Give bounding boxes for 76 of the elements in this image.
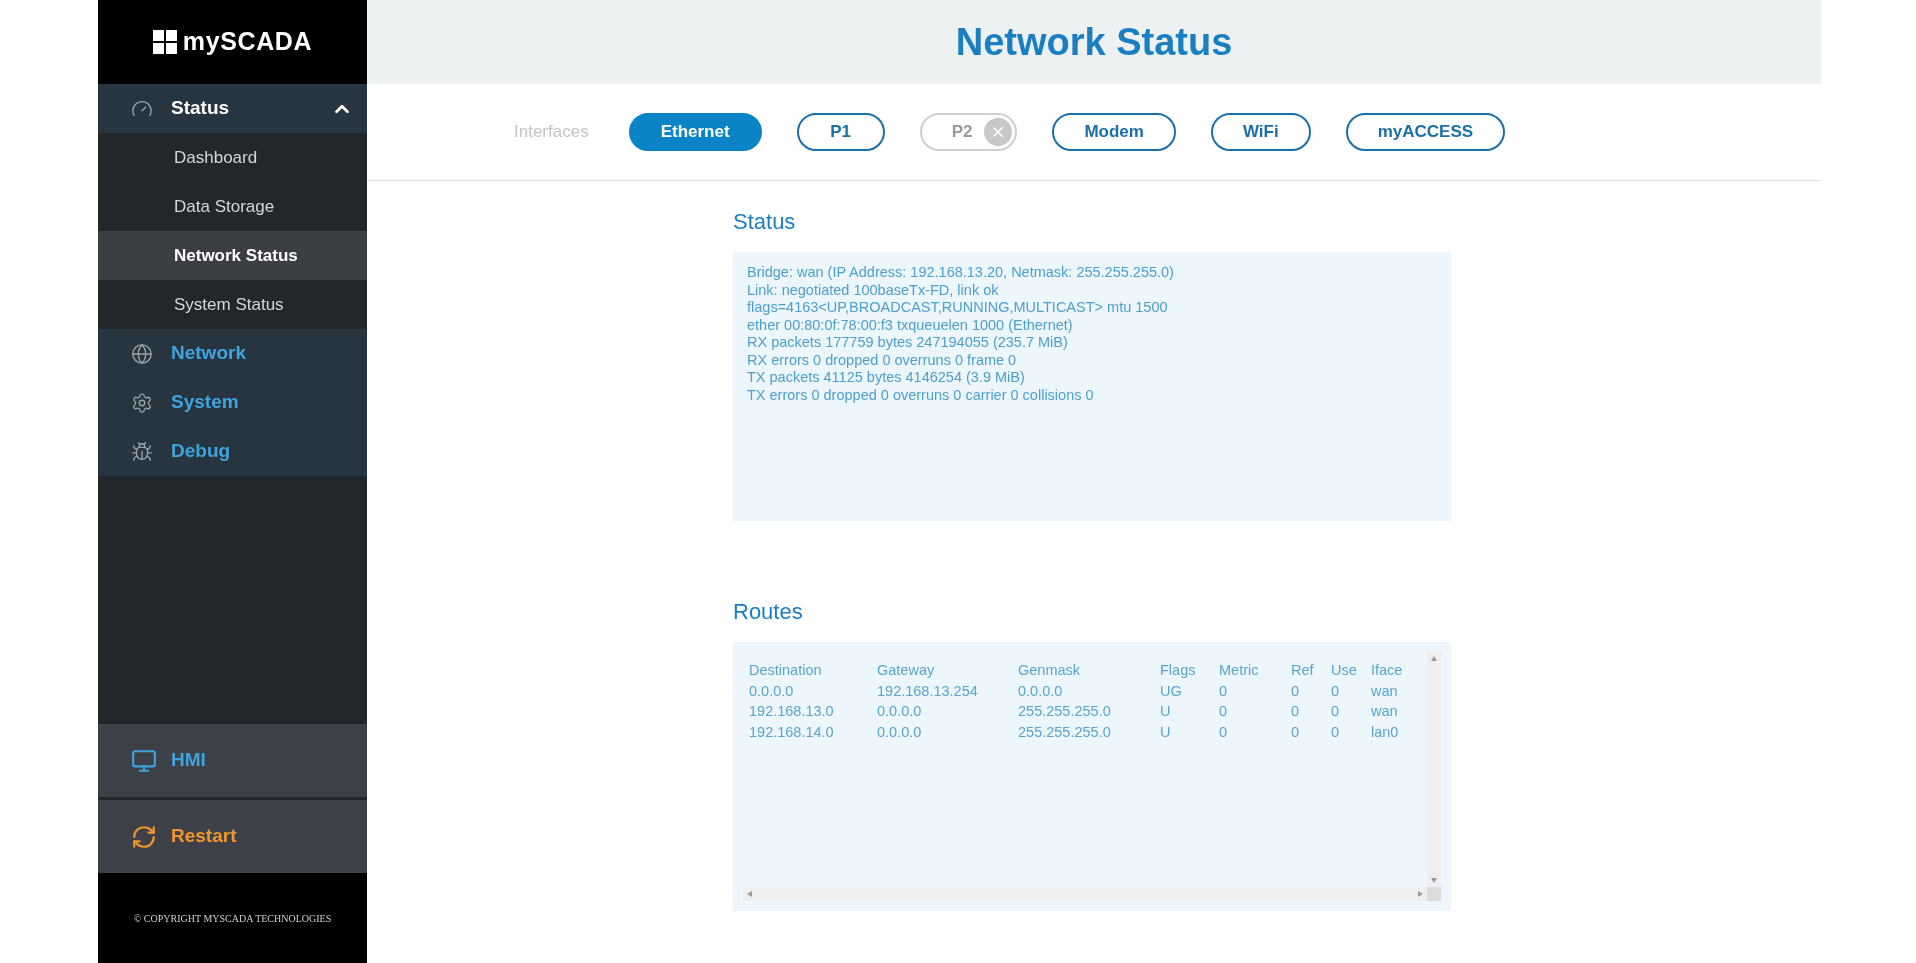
table-cell-text: 0 <box>1331 722 1341 742</box>
globe-icon <box>131 342 153 365</box>
scroll-right-icon <box>1418 891 1423 897</box>
column-header: Genmask <box>1018 661 1082 680</box>
column-header: Flags <box>1160 661 1197 680</box>
logo-text: mySCADA <box>182 26 313 58</box>
table-cell-text: 192.168.13.254 <box>877 681 979 701</box>
refresh-icon <box>131 823 157 850</box>
status-heading: Status <box>733 208 797 236</box>
monitor-icon <box>131 747 157 774</box>
interfaces-label: Interfaces <box>514 121 589 144</box>
table-cell-text: 0 <box>1219 702 1229 721</box>
table-cell-text: 255.255.255.0 <box>1018 702 1112 721</box>
copyright-text: © COPYRIGHT MYSCADA TECHNOLOGIES <box>133 911 332 926</box>
column-header: Gateway <box>877 661 936 680</box>
table-cell-text: wan <box>1371 681 1399 701</box>
status-line: TX packets 41125 bytes 4146254 (3.9 MiB) <box>747 369 1026 387</box>
column-header: Iface <box>1371 661 1404 680</box>
logo-squares-icon <box>152 30 177 54</box>
table-cell-text: 0.0.0.0 <box>877 722 923 742</box>
table-cell-text: U <box>1160 722 1172 742</box>
table-cell-text: wan <box>1371 702 1399 721</box>
restart-item[interactable]: Restart <box>98 800 367 873</box>
table-cell-text: 0.0.0.0 <box>749 681 795 701</box>
interface-tab[interactable]: myACCESS <box>1345 113 1506 151</box>
page-title: Network Status <box>955 19 1233 65</box>
table-cell-text: 0.0.0.0 <box>1018 681 1064 701</box>
hmi-label: HMI <box>171 748 206 773</box>
routes-heading: Routes <box>733 598 804 626</box>
restart-label: Restart <box>171 824 237 849</box>
column-header: Use <box>1331 661 1358 680</box>
table-cell-text: 192.168.13.0 <box>749 702 835 721</box>
sidebar-section[interactable]: Status <box>98 84 367 133</box>
interface-tab[interactable]: Ethernet <box>628 113 762 151</box>
status-line: Bridge: wan (IP Address: 192.168.13.20, Netmask: 255.255.255.0) <box>747 264 1175 282</box>
interface-tab[interactable]: P1 <box>796 113 885 151</box>
section-label: Network <box>171 341 246 366</box>
table-cell-text: 0 <box>1291 702 1301 721</box>
status-line: RX packets 177759 bytes 247194055 (235.7 MiB) <box>747 334 1069 352</box>
settings-icon <box>131 391 153 414</box>
table-cell-text: 0.0.0.0 <box>877 702 923 721</box>
table-cell-text: 0 <box>1219 722 1229 742</box>
table-cell-text: 192.168.14.0 <box>749 722 835 742</box>
section-label: System <box>171 390 239 415</box>
column-header: Destination <box>749 661 823 680</box>
section-label: Debug <box>171 439 231 464</box>
section-label: Status <box>171 96 230 121</box>
table-cell-text: 0 <box>1331 702 1341 721</box>
scroll-down-icon <box>1431 878 1437 883</box>
table-cell-text: UG <box>1160 681 1183 701</box>
status-line: TX errors 0 dropped 0 overruns 0 carrier 0 collisions 0 <box>747 386 1095 404</box>
table-cell-text: 0 <box>1291 722 1301 742</box>
interface-tab[interactable]: WiFi <box>1210 113 1311 151</box>
hmi-item[interactable]: HMI <box>98 724 367 797</box>
sidebar-section[interactable]: Debug <box>98 427 367 476</box>
table-cell-text: 0 <box>1331 681 1341 701</box>
table-cell-text: U <box>1160 702 1172 721</box>
status-line: flags=4163<UP,BROADCAST,RUNNING,MULTICAST> mtu 1500 <box>747 299 1169 317</box>
status-line: Link: negotiated 100baseTx-FD, link ok <box>747 281 1000 299</box>
status-line: RX errors 0 dropped 0 overruns 0 frame 0 <box>747 351 1018 369</box>
sidebar-section[interactable]: Network <box>98 329 367 378</box>
table-cell-text: 0 <box>1291 681 1301 701</box>
table-cell-text: 255.255.255.0 <box>1018 722 1112 742</box>
close-icon <box>984 118 1013 146</box>
scroll-left-icon <box>747 891 752 897</box>
table-cell-text: lan0 <box>1371 722 1400 742</box>
bug-icon <box>131 440 153 463</box>
status-line: ether 00:80:0f:78:00:f3 txqueuelen 1000 (Ethernet) <box>747 316 1074 334</box>
column-header: Metric <box>1219 661 1260 680</box>
scroll-up-icon <box>1431 656 1437 661</box>
interface-tab[interactable]: Modem <box>1052 113 1176 151</box>
column-header: Ref <box>1291 661 1315 680</box>
sidebar-section[interactable]: System <box>98 378 367 427</box>
table-cell-text: 0 <box>1219 681 1229 701</box>
sidebar-item[interactable]: Network Status <box>98 231 367 280</box>
scrollbar-corner <box>1427 887 1441 901</box>
